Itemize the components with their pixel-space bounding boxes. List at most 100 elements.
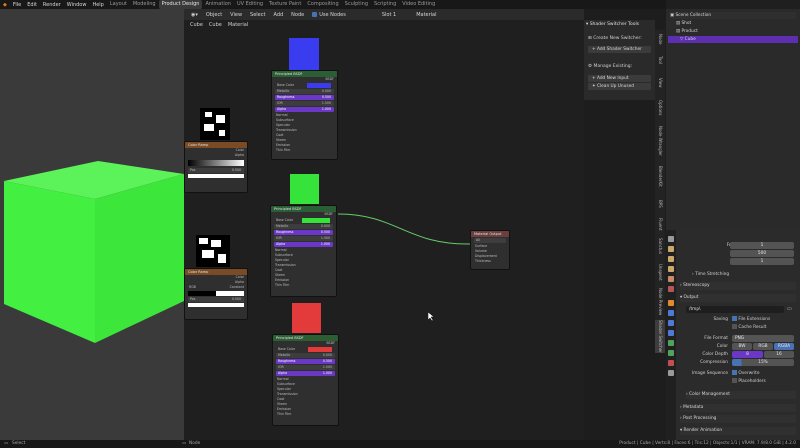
render-icon[interactable] bbox=[668, 246, 674, 252]
ramp-pos-field[interactable]: Pos 0.500 bbox=[188, 297, 244, 302]
target-dropdown[interactable]: All bbox=[474, 238, 506, 243]
tool-icon[interactable] bbox=[668, 236, 674, 242]
outliner-row-product[interactable]: ▤ Product bbox=[676, 28, 698, 35]
tab-tool[interactable]: Tool bbox=[655, 56, 665, 64]
viewport-canvas[interactable] bbox=[0, 9, 184, 440]
physics-icon[interactable] bbox=[668, 330, 674, 336]
data-icon[interactable] bbox=[668, 350, 674, 356]
node-link[interactable] bbox=[337, 210, 477, 250]
material-icon[interactable] bbox=[668, 360, 674, 366]
metallic-field[interactable]: Metallic 0.000 bbox=[276, 353, 335, 358]
panel-thin-film[interactable]: Thin Film bbox=[273, 412, 338, 417]
tab-animation[interactable]: Animation bbox=[202, 0, 234, 9]
menu-node[interactable]: Node bbox=[288, 12, 307, 18]
world-icon[interactable] bbox=[668, 286, 674, 292]
roughness-field[interactable]: Roughness 0.500 bbox=[275, 95, 334, 100]
tab-video-editing[interactable]: Video Editing bbox=[399, 0, 438, 9]
use-nodes-toggle[interactable]: Use Nodes bbox=[309, 11, 349, 18]
menu-render[interactable]: Render bbox=[40, 2, 64, 8]
modifier-icon[interactable] bbox=[668, 310, 674, 316]
color-ramp-node[interactable]: Color Ramp Color Alpha RGB Constant Pos 0.… bbox=[184, 268, 248, 320]
ramp-color-field[interactable] bbox=[188, 303, 244, 307]
roughness-field[interactable]: Roughness 0.500 bbox=[274, 230, 333, 235]
post-processing-panel[interactable]: › Post Processing bbox=[680, 415, 796, 423]
compression-slider[interactable]: 15% bbox=[732, 359, 794, 366]
cache-result-checkbox[interactable]: Cache Result bbox=[732, 324, 766, 331]
add-shader-switcher-button[interactable]: + Add Shader Switcher bbox=[588, 46, 651, 53]
tab-node[interactable]: Node bbox=[655, 34, 665, 44]
frame-step-field[interactable]: 1 bbox=[730, 258, 794, 265]
principled-bsdf-node[interactable]: Principled BSDF BSDF Base Color Metallic… bbox=[271, 70, 338, 160]
tab-unspent[interactable]: Unspent bbox=[655, 264, 665, 281]
base-color-field[interactable]: Base Color bbox=[274, 218, 333, 223]
ramp-gradient[interactable] bbox=[188, 291, 244, 296]
color-depth-16-button[interactable]: 16 bbox=[764, 351, 794, 358]
menu-window[interactable]: Window bbox=[64, 2, 90, 8]
alpha-field[interactable]: Alpha 1.000 bbox=[276, 371, 335, 376]
outliner-row-scene-collection[interactable]: ▣ Scene Collection bbox=[670, 12, 796, 19]
principled-bsdf-node[interactable]: Principled BSDF BSDF Base Color Metallic… bbox=[272, 334, 339, 426]
tab-blenderkit[interactable]: BlenderKit bbox=[655, 166, 665, 187]
texture-icon[interactable] bbox=[668, 370, 674, 376]
add-new-input-button[interactable]: + Add New Input bbox=[588, 75, 651, 82]
file-format-dropdown[interactable]: PNG bbox=[732, 335, 794, 342]
ramp-gradient[interactable] bbox=[188, 160, 244, 166]
tab-texture-paint[interactable]: Texture Paint bbox=[266, 0, 304, 9]
editor-type-icon[interactable]: ◉▾ bbox=[188, 12, 201, 18]
file-extensions-checkbox[interactable]: File Extensions bbox=[732, 316, 770, 323]
constraints-icon[interactable] bbox=[668, 340, 674, 346]
ramp-color-field[interactable] bbox=[188, 174, 244, 178]
ramp-pos-field[interactable]: Pos 0.500 bbox=[188, 168, 244, 173]
menu-view[interactable]: View bbox=[227, 12, 245, 18]
tab-layout[interactable]: Layout bbox=[107, 0, 130, 9]
menu-add[interactable]: Add bbox=[270, 12, 286, 18]
ior-field[interactable]: IOR 1.500 bbox=[274, 236, 333, 241]
color-depth-8-button[interactable]: 8 bbox=[732, 351, 763, 358]
time-stretching-panel[interactable]: › Time Stretching bbox=[692, 271, 729, 278]
particles-icon[interactable] bbox=[668, 320, 674, 326]
overwrite-checkbox[interactable]: Overwrite bbox=[732, 370, 760, 377]
color-management-panel[interactable]: › Color Management bbox=[686, 391, 796, 399]
frame-end-field[interactable]: 500 bbox=[730, 250, 794, 257]
outliner-row-shot[interactable]: ▤ Shot bbox=[676, 20, 691, 27]
color-rgba-button[interactable]: RGBA bbox=[774, 343, 794, 350]
metadata-panel[interactable]: › Metadata bbox=[680, 404, 796, 412]
tab-fluent[interactable]: Fluent bbox=[655, 218, 665, 231]
slot-dropdown[interactable]: Slot 1 bbox=[379, 12, 399, 18]
folder-icon[interactable]: ▭ bbox=[787, 306, 792, 312]
ior-field[interactable]: IOR 1.500 bbox=[275, 101, 334, 106]
frame-start-field[interactable]: 1 bbox=[730, 242, 794, 249]
tab-scripting[interactable]: Scripting bbox=[371, 0, 399, 9]
tab-options[interactable]: Options bbox=[655, 100, 665, 115]
metallic-field[interactable]: Metallic 0.000 bbox=[275, 89, 334, 94]
3d-viewport[interactable] bbox=[0, 9, 184, 440]
stereoscopy-panel[interactable]: › Stereoscopy bbox=[680, 282, 796, 290]
tab-view[interactable]: View bbox=[655, 78, 665, 88]
scene-icon[interactable] bbox=[668, 276, 674, 282]
color-ramp-node[interactable]: Color Ramp Color Alpha Pos 0.500 bbox=[184, 141, 248, 193]
view-layer-icon[interactable] bbox=[668, 266, 674, 272]
tab-node-preview[interactable]: Node Preview bbox=[655, 288, 665, 315]
alpha-field[interactable]: Alpha 1.000 bbox=[275, 107, 334, 112]
color-bw-button[interactable]: BW bbox=[732, 343, 752, 350]
placeholders-checkbox[interactable]: Placeholders bbox=[732, 378, 766, 385]
tab-uv-editing[interactable]: UV Editing bbox=[234, 0, 266, 9]
outliner-row-cube[interactable]: ▽ Cube bbox=[668, 36, 798, 43]
principled-bsdf-node[interactable]: Principled BSDF BSDF Base Color Metallic… bbox=[270, 205, 337, 297]
panel-thin-film[interactable]: Thin Film bbox=[271, 283, 336, 288]
tab-compositing[interactable]: Compositing bbox=[304, 0, 341, 9]
material-dropdown[interactable]: Material bbox=[413, 12, 439, 18]
menu-help[interactable]: Help bbox=[89, 2, 106, 8]
menu-edit[interactable]: Edit bbox=[24, 2, 40, 8]
tab-sculpting[interactable]: Sculpting bbox=[342, 0, 371, 9]
metallic-field[interactable]: Metallic 0.000 bbox=[274, 224, 333, 229]
tab-modeling[interactable]: Modeling bbox=[130, 0, 159, 9]
tab-sanctus[interactable]: Sanctus bbox=[655, 238, 665, 254]
color-rgb-button[interactable]: RGB bbox=[753, 343, 773, 350]
base-color-field[interactable]: Base Color bbox=[275, 83, 334, 88]
clean-up-unused-button[interactable]: ✦ Clean Up Unused bbox=[588, 83, 651, 90]
menu-file[interactable]: File bbox=[10, 2, 24, 8]
ior-field[interactable]: IOR 1.500 bbox=[276, 365, 335, 370]
tab-product-design[interactable]: Product Design bbox=[158, 0, 203, 9]
tab-node-wrangler[interactable]: Node Wrangler bbox=[655, 126, 665, 156]
